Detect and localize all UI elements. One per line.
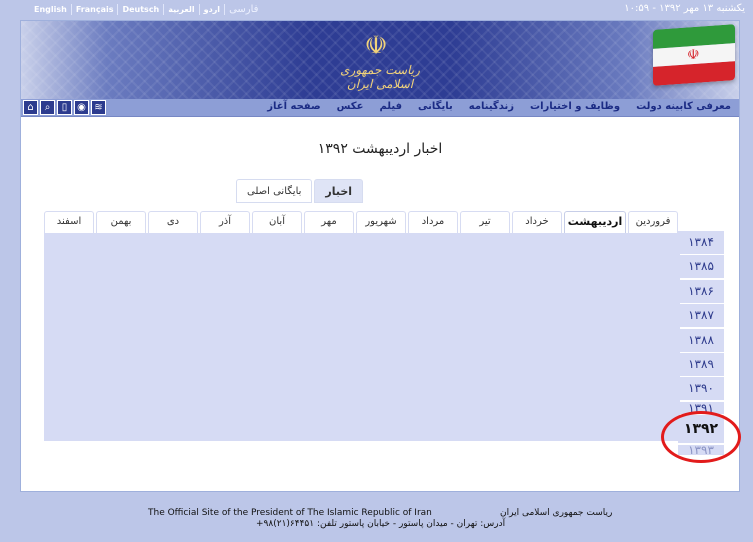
year-item[interactable]: ۱۳۸۷ bbox=[678, 304, 724, 328]
search-icon[interactable]: ⌕ bbox=[40, 100, 55, 115]
year-item[interactable]: ۱۳۸۶ bbox=[678, 279, 724, 303]
year-item[interactable]: ۱۳۸۵ bbox=[678, 255, 724, 279]
month-tab-ordibehesht[interactable]: اردیبهشت bbox=[564, 211, 626, 233]
tab-main-archive[interactable]: بایگانی اصلی bbox=[236, 179, 313, 203]
top-bar: English Français Deutsch العربية اردو فا… bbox=[0, 0, 753, 20]
year-item[interactable]: ۱۳۸۴ bbox=[678, 231, 724, 254]
nav-home[interactable]: صفحه آغاز bbox=[259, 101, 328, 112]
year-item[interactable]: ۱۳۸۸ bbox=[678, 328, 724, 352]
nav-archive[interactable]: بایگانی bbox=[410, 101, 461, 112]
month-tab-khordad[interactable]: خرداد bbox=[512, 211, 562, 233]
year-item[interactable]: ۱۳۹۰ bbox=[678, 377, 724, 401]
month-tab-farvardin[interactable]: فروردین bbox=[628, 211, 678, 233]
lang-urdu[interactable]: اردو bbox=[200, 4, 226, 15]
nav-duties[interactable]: وظایف و اختیارات bbox=[522, 101, 628, 112]
footer-english: The Official Site of the President of Th… bbox=[148, 508, 432, 518]
news-list-panel bbox=[44, 233, 680, 441]
main-nav: ⌂ ⌕ ▯ ◉ ≋ صفحه آغاز عکس فیلم بایگانی زند… bbox=[21, 99, 739, 117]
month-tab-tir[interactable]: تیر bbox=[460, 211, 510, 233]
emblem-title: ریاست جمهوری اسلامی ایران bbox=[340, 63, 420, 91]
date-time: یکشنبه ۱۳ مهر ۱۳۹۲ - ۱۰:۵۹ bbox=[624, 3, 745, 14]
month-tabs: فروردین اردیبهشت خرداد تیر مرداد شهریور … bbox=[44, 211, 678, 233]
emblem-icon: ☫ bbox=[364, 31, 388, 61]
nav-biography[interactable]: زندگینامه bbox=[461, 101, 522, 112]
month-tab-aban[interactable]: آبان bbox=[252, 211, 302, 233]
month-tab-esfand[interactable]: اسفند bbox=[44, 211, 94, 233]
nav-video[interactable]: فیلم bbox=[371, 101, 410, 112]
footer-persian: ریاست جمهوری اسلامی ایران bbox=[500, 508, 613, 518]
home-icon[interactable]: ⌂ bbox=[23, 100, 38, 115]
language-links: English Français Deutsch العربية اردو فا… bbox=[30, 4, 262, 15]
mobile-icon[interactable]: ▯ bbox=[57, 100, 72, 115]
header-banner: ☫ ریاست جمهوری اسلامی ایران ☫ bbox=[21, 21, 739, 99]
month-tab-azar[interactable]: آذر bbox=[200, 211, 250, 233]
nav-icon-group: ⌂ ⌕ ▯ ◉ ≋ bbox=[23, 100, 106, 115]
month-tab-mordad[interactable]: مرداد bbox=[408, 211, 458, 233]
page-frame: ☫ ریاست جمهوری اسلامی ایران ☫ ⌂ ⌕ ▯ ◉ ≋ … bbox=[20, 20, 741, 492]
lang-german[interactable]: Deutsch bbox=[118, 4, 165, 15]
highlight-circle bbox=[661, 411, 741, 463]
lang-english[interactable]: English bbox=[30, 4, 72, 15]
lang-french[interactable]: Français bbox=[72, 4, 119, 15]
lang-persian[interactable]: فارسی bbox=[225, 4, 262, 15]
nav-cabinet[interactable]: معرفی کابینه دولت bbox=[628, 101, 739, 112]
footer-address: آدرس: تهران - میدان پاستور - خیابان پاست… bbox=[256, 519, 506, 529]
lang-arabic[interactable]: العربية bbox=[164, 4, 200, 15]
month-tab-dey[interactable]: دی bbox=[148, 211, 198, 233]
podcast-icon[interactable]: ◉ bbox=[74, 100, 89, 115]
month-tab-mehr[interactable]: مهر bbox=[304, 211, 354, 233]
nav-photo[interactable]: عکس bbox=[329, 101, 372, 112]
sub-tabs: اخبار بایگانی اصلی bbox=[236, 179, 364, 203]
rss-icon[interactable]: ≋ bbox=[91, 100, 106, 115]
tab-news[interactable]: اخبار bbox=[314, 179, 364, 203]
nav-items: صفحه آغاز عکس فیلم بایگانی زندگینامه وظا… bbox=[259, 101, 739, 112]
month-tab-bahman[interactable]: بهمن bbox=[96, 211, 146, 233]
iran-flag-icon: ☫ bbox=[653, 24, 735, 86]
page-title: اخبار اردیبهشت ۱۳۹۲ bbox=[317, 141, 443, 157]
month-tab-shahrivar[interactable]: شهریور bbox=[356, 211, 406, 233]
year-item[interactable]: ۱۳۸۹ bbox=[678, 352, 724, 376]
